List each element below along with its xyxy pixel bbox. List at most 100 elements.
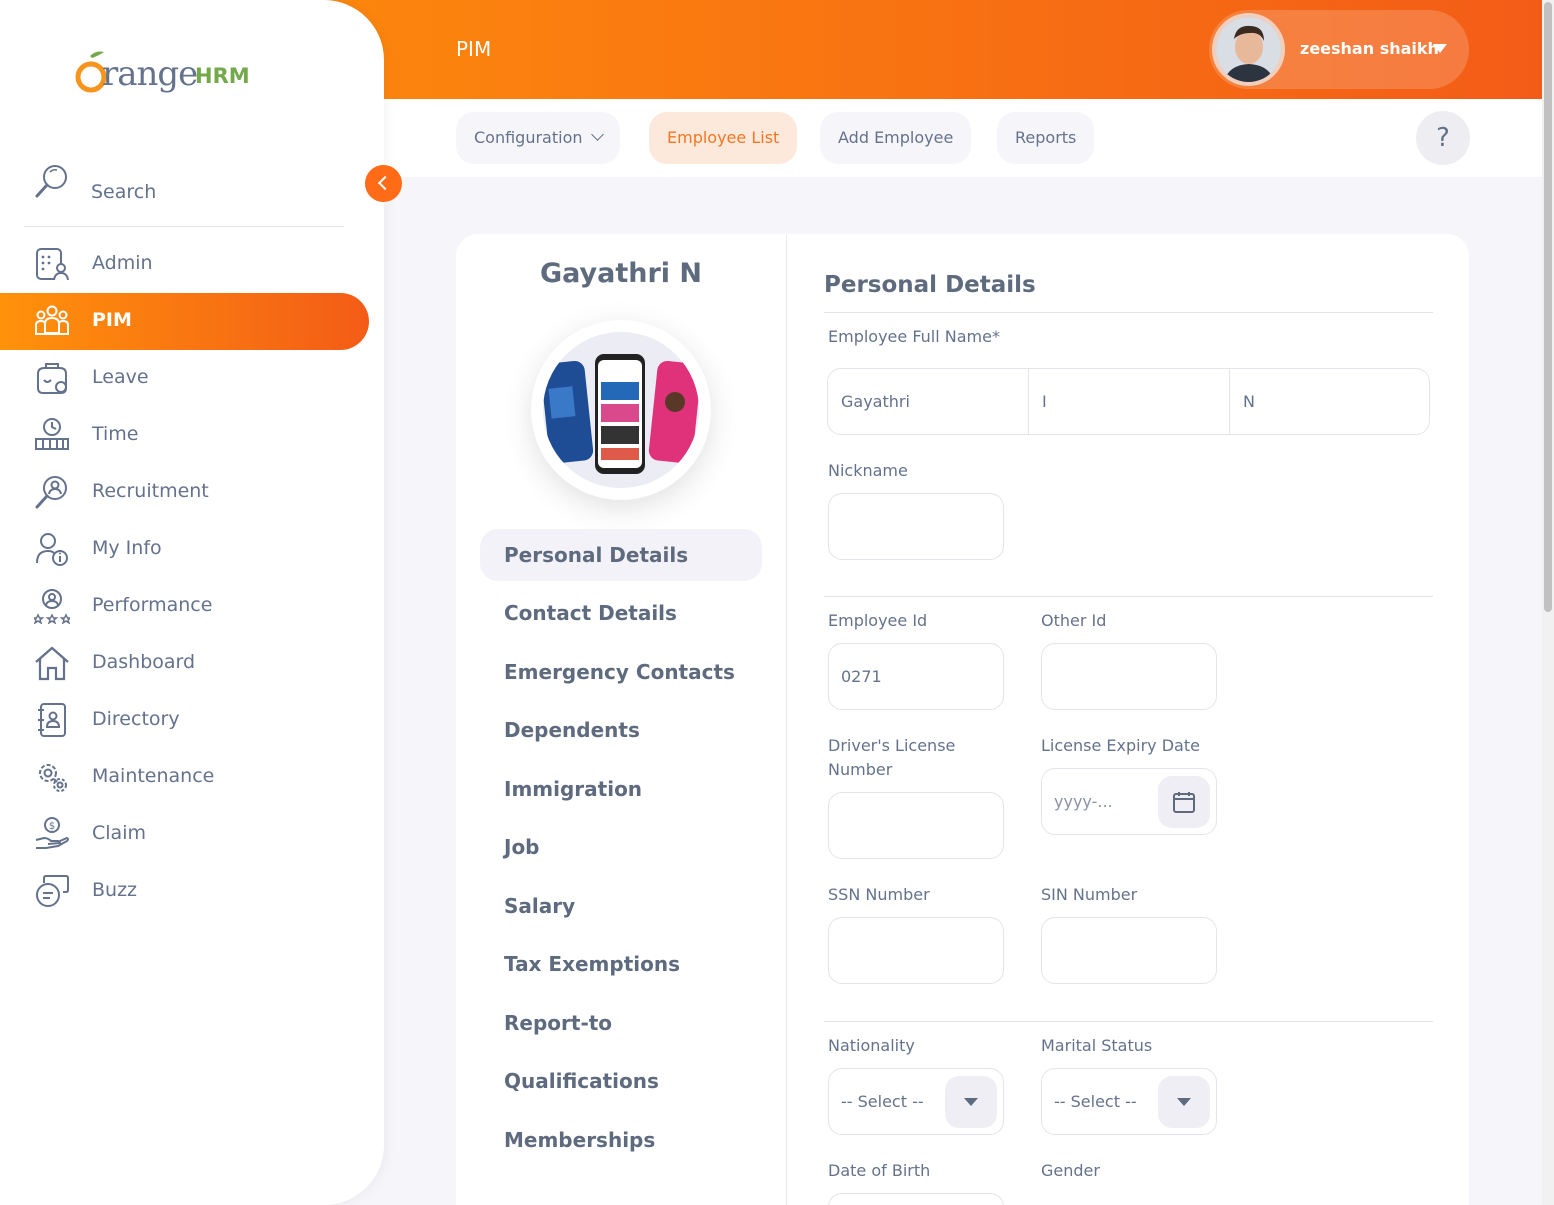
tab-configuration[interactable]: Configuration: [456, 112, 620, 164]
sidebar-item-admin[interactable]: Admin: [0, 236, 369, 293]
sidebar-item-performance[interactable]: Performance: [0, 578, 369, 635]
sin-input[interactable]: [1041, 917, 1217, 984]
pim-subnav: Configuration Employee List Add Employee…: [384, 99, 1542, 177]
chevron-down-icon[interactable]: [945, 1076, 997, 1128]
tab-immigration[interactable]: Immigration: [480, 763, 762, 815]
sidebar-item-recruitment[interactable]: Recruitment: [0, 464, 369, 521]
user-menu[interactable]: zeeshan shaikh: [1209, 10, 1469, 89]
sidebar-item-label: Dashboard: [92, 651, 196, 673]
marital-status-label: Marital Status: [1041, 1036, 1153, 1055]
section-divider: [824, 312, 1433, 313]
sidebar: range HRM Search Admin PIM Leave Time Re…: [0, 0, 384, 1205]
tab-contact-details[interactable]: Contact Details: [480, 587, 762, 639]
tab-memberships[interactable]: Memberships: [480, 1114, 762, 1166]
logo-text: range: [102, 54, 198, 94]
performance-icon: [34, 589, 70, 624]
employee-card: Gayathri N Personal Details Contact Deta…: [456, 234, 1469, 1205]
dob-label: Date of Birth: [828, 1161, 931, 1180]
dob-input[interactable]: [828, 1193, 1004, 1205]
nationality-select[interactable]: -- Select --: [828, 1068, 1004, 1135]
employee-name: Gayathri N: [539, 258, 703, 289]
sin-label: SIN Number: [1041, 885, 1138, 904]
tab-salary[interactable]: Salary: [480, 880, 762, 932]
last-name-input[interactable]: N: [1230, 369, 1429, 434]
sidebar-item-dashboard[interactable]: Dashboard: [0, 635, 369, 692]
full-name-label: Employee Full Name*: [828, 327, 1000, 346]
license-number-label: Driver's License Number: [828, 736, 956, 779]
chevron-down-icon[interactable]: [1158, 1076, 1210, 1128]
sidebar-item-label: Recruitment: [92, 480, 209, 502]
nationality-value: -- Select --: [841, 1092, 924, 1111]
sidebar-item-pim[interactable]: PIM: [0, 293, 369, 350]
license-number-input[interactable]: [828, 792, 1004, 859]
sidebar-collapse-button[interactable]: [365, 165, 402, 202]
search-icon: [35, 165, 67, 198]
tab-personal-details[interactable]: Personal Details: [480, 529, 762, 581]
nickname-input[interactable]: [828, 493, 1004, 560]
pim-icon: [35, 305, 69, 335]
tab-emergency-contacts[interactable]: Emergency Contacts: [480, 646, 762, 698]
section-title: Personal Details: [824, 272, 1036, 298]
orangehrm-logo: range HRM: [74, 46, 264, 98]
section-divider: [824, 596, 1433, 597]
sidebar-item-label: Claim: [92, 822, 146, 844]
other-id-input[interactable]: [1041, 643, 1217, 710]
marital-status-value: -- Select --: [1054, 1092, 1137, 1111]
sidebar-item-directory[interactable]: Directory: [0, 692, 369, 749]
ssn-label: SSN Number: [828, 885, 930, 904]
sidebar-item-leave[interactable]: Leave: [0, 350, 369, 407]
sidebar-item-label: Time: [92, 423, 139, 445]
tab-qualifications[interactable]: Qualifications: [480, 1055, 762, 1107]
license-expiry-label: License Expiry Date: [1041, 736, 1200, 755]
first-name-input[interactable]: Gayathri: [828, 369, 1028, 434]
dashboard-icon: [35, 646, 69, 681]
nickname-label: Nickname: [828, 461, 908, 480]
tab-report-to[interactable]: Report-to: [480, 997, 762, 1049]
employee-photo[interactable]: [531, 320, 711, 500]
chevron-down-icon: [590, 128, 604, 141]
svg-text:$: $: [49, 821, 55, 832]
middle-name-input[interactable]: I: [1029, 369, 1229, 434]
sidebar-search[interactable]: Search: [24, 155, 344, 227]
employee-id-label: Employee Id: [828, 611, 928, 630]
tab-add-employee[interactable]: Add Employee: [820, 112, 972, 164]
sidebar-item-buzz[interactable]: Buzz: [0, 863, 369, 920]
sidebar-item-claim[interactable]: $ Claim: [0, 806, 369, 863]
employee-id-input[interactable]: 0271: [828, 643, 1004, 710]
sidebar-item-label: PIM: [92, 309, 132, 331]
help-button[interactable]: ?: [1416, 111, 1470, 165]
license-expiry-placeholder: yyyy-...: [1054, 792, 1113, 811]
sidebar-item-label: Leave: [92, 366, 149, 388]
admin-icon: [36, 248, 69, 281]
marital-status-select[interactable]: -- Select --: [1041, 1068, 1217, 1135]
sidebar-item-my-info[interactable]: My Info: [0, 521, 369, 578]
tab-job[interactable]: Job: [480, 821, 762, 873]
calendar-icon: [1173, 792, 1195, 813]
tab-dependents[interactable]: Dependents: [480, 704, 762, 756]
tab-reports[interactable]: Reports: [997, 112, 1095, 164]
scrollbar-thumb[interactable]: [1544, 2, 1552, 612]
caret-down-icon: [1433, 44, 1447, 53]
leave-icon: [37, 363, 67, 394]
full-name-group: Gayathri I N: [827, 368, 1430, 435]
sidebar-item-label: My Info: [92, 537, 162, 559]
sidebar-item-label: Buzz: [92, 879, 138, 901]
calendar-button[interactable]: [1158, 776, 1210, 828]
tab-configuration-label: Configuration: [474, 128, 583, 147]
sidebar-item-label: Directory: [92, 708, 180, 730]
section-divider: [824, 1021, 1433, 1022]
sidebar-item-maintenance[interactable]: Maintenance: [0, 749, 369, 806]
tab-tax-exemptions[interactable]: Tax Exemptions: [480, 938, 762, 990]
page-scrollbar[interactable]: [1542, 0, 1554, 1205]
sidebar-item-time[interactable]: Time: [0, 407, 369, 464]
buzz-icon: [36, 875, 69, 907]
sidebar-item-label: Performance: [92, 594, 213, 616]
license-expiry-input[interactable]: yyyy-...: [1041, 768, 1217, 835]
time-icon: [35, 418, 69, 450]
recruitment-icon: [35, 476, 67, 509]
sidebar-item-label: Admin: [92, 252, 153, 274]
tab-employee-list[interactable]: Employee List: [649, 112, 798, 164]
ssn-input[interactable]: [828, 917, 1004, 984]
gender-label: Gender: [1041, 1161, 1100, 1180]
nationality-label: Nationality: [828, 1036, 915, 1055]
